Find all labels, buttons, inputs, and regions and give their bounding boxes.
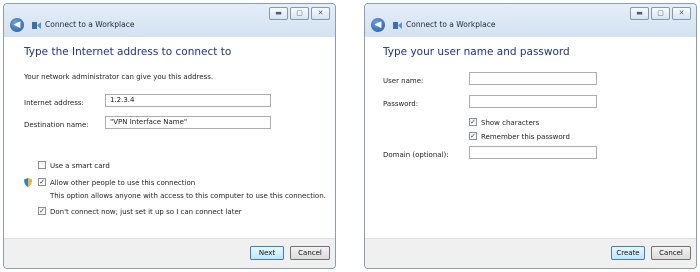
smart-card-label: Use a smart card xyxy=(50,162,110,170)
dont-connect-checkbox[interactable]: ✓ xyxy=(38,207,46,215)
wizard-content: Type the Internet address to connect to … xyxy=(4,37,335,239)
minimize-button[interactable]: ▬ xyxy=(630,7,649,20)
password-input[interactable] xyxy=(469,95,597,108)
wizard-footer: Create Cancel xyxy=(365,238,696,268)
back-arrow-icon[interactable]: ◀ xyxy=(371,18,385,32)
remember-password-checkbox[interactable]: ✓ xyxy=(469,132,477,140)
window-header: ▬ ▢ ✕ ◀ Connect to a Workplace xyxy=(365,4,696,37)
next-button[interactable]: Next xyxy=(250,246,284,260)
domain-input[interactable] xyxy=(469,146,597,159)
cancel-button[interactable]: Cancel xyxy=(651,246,691,260)
username-label: User name: xyxy=(383,77,424,85)
domain-label: Domain (optional): xyxy=(383,151,449,159)
connect-workplace-window-address: ▬ ▢ ✕ ◀ Connect to a Workplace Type the … xyxy=(3,3,336,269)
password-label: Password: xyxy=(383,100,419,108)
create-button[interactable]: Create xyxy=(611,246,645,260)
maximize-button[interactable]: ▢ xyxy=(651,7,670,20)
smart-card-checkbox[interactable] xyxy=(38,161,46,169)
show-characters-checkbox[interactable]: ✓ xyxy=(469,118,477,126)
cancel-button[interactable]: Cancel xyxy=(290,246,330,260)
allow-others-checkbox[interactable]: ✓ xyxy=(38,178,46,186)
network-icon xyxy=(32,22,41,29)
window-title: Connect to a Workplace xyxy=(45,20,135,29)
page-title: Type your user name and password xyxy=(383,46,570,58)
allow-others-note: This option allows anyone with access to… xyxy=(50,192,326,200)
minimize-button[interactable]: ▬ xyxy=(269,7,288,20)
allow-others-label: Allow other people to use this connectio… xyxy=(50,179,196,187)
window-controls: ▬ ▢ ✕ xyxy=(269,7,330,20)
window-title: Connect to a Workplace xyxy=(406,20,496,29)
window-controls: ▬ ▢ ✕ xyxy=(630,7,691,20)
maximize-button[interactable]: ▢ xyxy=(290,7,309,20)
wizard-content: Type your user name and password User na… xyxy=(365,37,696,239)
back-arrow-icon[interactable]: ◀ xyxy=(10,18,24,32)
destination-name-label: Destination name: xyxy=(24,121,89,129)
remember-password-label: Remember this password xyxy=(481,133,570,141)
uac-shield-icon xyxy=(24,178,32,187)
connect-workplace-window-credentials: ▬ ▢ ✕ ◀ Connect to a Workplace Type your… xyxy=(364,3,697,269)
close-button[interactable]: ✕ xyxy=(311,7,330,20)
window-header: ▬ ▢ ✕ ◀ Connect to a Workplace xyxy=(4,4,335,37)
internet-address-input[interactable]: 1.2.3.4 xyxy=(105,94,271,107)
wizard-footer: Next Cancel xyxy=(4,238,335,268)
close-button[interactable]: ✕ xyxy=(672,7,691,20)
show-characters-label: Show characters xyxy=(481,119,540,127)
network-icon xyxy=(393,22,402,29)
page-title: Type the Internet address to connect to xyxy=(24,46,232,58)
username-input[interactable] xyxy=(469,72,597,85)
destination-name-input[interactable]: "VPN Interface Name" xyxy=(105,116,271,129)
intro-text: Your network administrator can give you … xyxy=(24,73,214,81)
internet-address-label: Internet address: xyxy=(24,99,84,107)
dont-connect-label: Don't connect now; just set it up so I c… xyxy=(50,208,242,216)
